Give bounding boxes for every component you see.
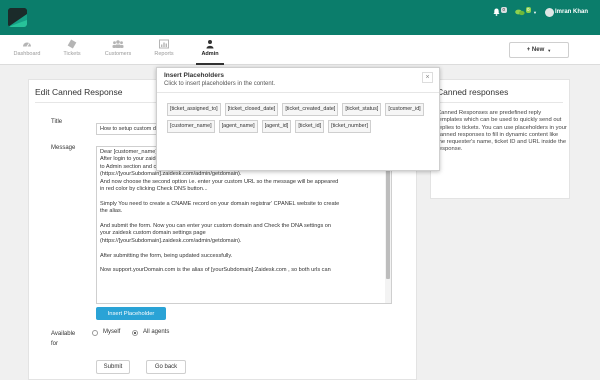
message-line: And submit the form. Now you can enter y… bbox=[100, 223, 332, 230]
users-icon bbox=[112, 40, 124, 48]
app-logo[interactable] bbox=[8, 8, 27, 27]
message-line: (https://[yourSubdomain].zaidesk.com/adm… bbox=[100, 171, 242, 178]
placeholder-chip[interactable]: [ticket_status] bbox=[342, 103, 382, 116]
notifications-count: 0 bbox=[500, 6, 507, 13]
chat-bubbles-icon bbox=[514, 9, 525, 15]
ticket-icon bbox=[67, 39, 77, 49]
user-name: Imran Khan bbox=[554, 9, 588, 15]
bell-icon bbox=[493, 8, 500, 16]
popover-title: Insert Placeholders bbox=[164, 72, 224, 79]
message-line: in red color by clicking Check DNS butto… bbox=[100, 186, 208, 193]
top-right-controls: 0 0 ▼ Imran Khan bbox=[493, 0, 588, 24]
chat-button[interactable]: 0 ▼ bbox=[514, 6, 537, 16]
divider bbox=[437, 102, 563, 103]
notifications-button[interactable]: 0 bbox=[493, 6, 507, 16]
active-tab-indicator bbox=[196, 63, 224, 65]
message-line: the alias. bbox=[100, 208, 123, 215]
placeholder-chip[interactable]: [ticket_closed_date] bbox=[224, 103, 279, 116]
message-line: Now support.yourDomain.com is the alias … bbox=[100, 267, 331, 274]
message-line bbox=[100, 216, 382, 223]
popover-subtitle: Click to insert placeholders in the cont… bbox=[164, 81, 276, 87]
placeholder-chip[interactable]: [ticket_number] bbox=[328, 120, 371, 133]
info-title: Canned responses bbox=[437, 87, 509, 97]
chat-count: 0 bbox=[525, 6, 532, 13]
user-icon bbox=[206, 40, 214, 49]
placeholder-chip[interactable]: [customer_name] bbox=[167, 120, 215, 133]
dashboard-icon bbox=[23, 42, 31, 47]
insert-placeholders-popover: Insert Placeholders Click to insert plac… bbox=[156, 67, 440, 171]
nav-admin[interactable]: Admin bbox=[196, 39, 224, 65]
user-menu[interactable]: Imran Khan bbox=[544, 7, 588, 17]
placeholder-list: [ticket_assigned_to] [ticket_closed_date]… bbox=[167, 103, 432, 133]
nav-reports[interactable]: Reports bbox=[150, 39, 178, 65]
canned-responses-info-panel: Canned responses Canned Responses are pr… bbox=[430, 79, 570, 199]
placeholder-chip[interactable]: [agent_id] bbox=[261, 120, 292, 133]
message-line: And now choose the second option i.e. en… bbox=[100, 178, 339, 185]
info-text: Canned Responses are predefined reply te… bbox=[437, 110, 567, 153]
bar-chart-icon bbox=[159, 39, 169, 49]
message-line: Simply You need to create a CNAME record… bbox=[100, 200, 340, 207]
page-title: Edit Canned Response bbox=[35, 87, 123, 97]
radio-myself-label: Myself bbox=[103, 329, 121, 335]
message-line: After submitting the form, being updated… bbox=[100, 252, 233, 259]
title-label: Title bbox=[51, 119, 63, 125]
new-button[interactable]: + New ▼ bbox=[509, 42, 569, 58]
message-line bbox=[100, 260, 382, 267]
nav-dashboard[interactable]: Dashboard bbox=[10, 39, 44, 65]
go-back-button[interactable]: Go back bbox=[146, 360, 186, 374]
nav-customers[interactable]: Customers bbox=[100, 39, 136, 65]
divider bbox=[157, 92, 439, 93]
placeholder-chip[interactable]: [ticket_assigned_to] bbox=[167, 103, 221, 116]
placeholder-chip[interactable]: [customer_id] bbox=[385, 103, 424, 116]
placeholder-chip[interactable]: [ticket_created_date] bbox=[282, 103, 339, 116]
message-line: your zaidesk custom domain settings page bbox=[100, 230, 206, 237]
message-label: Message bbox=[51, 145, 76, 151]
placeholder-chip[interactable]: [ticket_id] bbox=[295, 120, 325, 133]
chevron-down-icon: ▼ bbox=[547, 47, 552, 53]
nav-tickets[interactable]: Tickets bbox=[58, 39, 86, 65]
top-bar: 0 0 ▼ Imran Khan bbox=[0, 0, 600, 35]
submit-button[interactable]: Submit bbox=[96, 360, 130, 374]
available-for-label: Available for bbox=[51, 331, 76, 347]
message-line: (https://[yourSubdomain].zaidesk.com/adm… bbox=[100, 237, 242, 244]
close-icon[interactable]: × bbox=[422, 72, 433, 83]
placeholder-chip[interactable]: [agent_name] bbox=[218, 120, 258, 133]
message-line bbox=[100, 245, 382, 252]
avatar bbox=[544, 7, 554, 17]
message-line bbox=[100, 193, 382, 200]
radio-all-agents-label: All agents bbox=[143, 329, 170, 335]
insert-placeholder-button[interactable]: Insert Placeholder bbox=[96, 307, 166, 320]
chevron-down-icon: ▼ bbox=[533, 9, 537, 15]
radio-myself[interactable] bbox=[92, 330, 98, 336]
radio-all-agents[interactable] bbox=[132, 330, 138, 336]
